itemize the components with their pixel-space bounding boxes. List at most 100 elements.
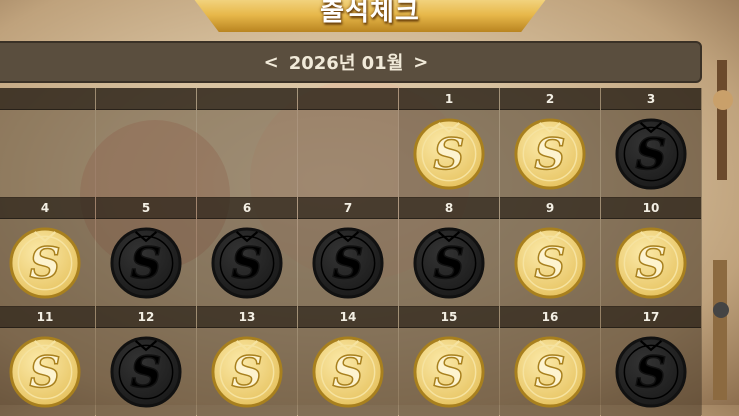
day-number: 3 [601,88,701,110]
calendar-day-cell[interactable]: 16 S [500,306,601,416]
gold-s-coin-icon: S [413,118,485,190]
day-stamp-area: S [96,328,196,416]
calendar-day-cell[interactable]: 15 S [399,306,500,416]
svg-text:S: S [535,348,566,398]
black-s-coin-icon: S [110,227,182,299]
calendar-cell-empty [96,88,197,198]
gold-s-coin-icon: S [413,336,485,408]
day-stamp-area: S [500,219,600,307]
day-stamp-area: S [601,110,701,198]
day-number [298,88,398,110]
day-number: 10 [601,197,701,219]
svg-text:S: S [636,239,667,289]
svg-text:S: S [333,348,364,398]
black-s-coin-icon: S [615,336,687,408]
day-number: 7 [298,197,398,219]
svg-text:S: S [636,348,667,398]
calendar-day-cell[interactable]: 14 S [298,306,399,416]
calendar-day-cell[interactable]: 4 S [0,197,96,307]
day-number: 2 [500,88,600,110]
day-number [197,88,297,110]
day-stamp-area: S [399,328,499,416]
day-number: 16 [500,306,600,328]
day-stamp-area: S [197,328,297,416]
svg-text:S: S [535,130,566,180]
day-number: 8 [399,197,499,219]
svg-text:S: S [131,348,162,398]
gold-s-coin-icon: S [514,118,586,190]
gold-s-coin-icon: S [514,227,586,299]
black-s-coin-icon: S [312,227,384,299]
calendar-day-cell[interactable]: 9 S [500,197,601,307]
calendar-day-cell[interactable]: 12 S [96,306,197,416]
day-number [0,88,95,110]
day-number: 12 [96,306,196,328]
day-number: 9 [500,197,600,219]
calendar-day-cell[interactable]: 13 S [197,306,298,416]
gold-s-coin-icon: S [211,336,283,408]
day-number: 4 [0,197,95,219]
calendar-day-cell[interactable]: 7 S [298,197,399,307]
svg-text:S: S [131,239,162,289]
day-stamp-area: S [500,328,600,416]
calendar-cell-empty [0,88,96,198]
day-number: 6 [197,197,297,219]
svg-text:S: S [232,239,263,289]
gold-s-coin-icon: S [9,227,81,299]
side-character-decoration [713,60,733,400]
svg-text:S: S [30,348,61,398]
day-stamp-area: S [500,110,600,198]
day-number: 17 [601,306,701,328]
day-stamp-area: S [399,110,499,198]
svg-text:S: S [434,348,465,398]
black-s-coin-icon: S [110,336,182,408]
day-stamp-area: S [298,328,398,416]
day-stamp-area: S [0,328,95,416]
day-stamp-area: S [298,219,398,307]
day-stamp-area [197,110,297,198]
svg-text:S: S [333,239,364,289]
calendar-day-cell[interactable]: 11 S [0,306,96,416]
title-banner: 출석체크 [190,0,550,32]
calendar-day-cell[interactable]: 1 S [399,88,500,198]
svg-text:S: S [434,239,465,289]
day-stamp-area [298,110,398,198]
day-number: 13 [197,306,297,328]
page-title: 출석체크 [320,0,420,27]
black-s-coin-icon: S [413,227,485,299]
day-number: 5 [96,197,196,219]
day-number: 11 [0,306,95,328]
gold-s-coin-icon: S [312,336,384,408]
svg-text:S: S [535,239,566,289]
prev-month-button[interactable]: < [264,52,279,73]
day-number: 1 [399,88,499,110]
calendar-day-cell[interactable]: 3 S [601,88,702,198]
gold-s-coin-icon: S [615,227,687,299]
calendar-cell-empty [298,88,399,198]
next-month-button[interactable]: > [413,52,428,73]
calendar-day-cell[interactable]: 17 S [601,306,702,416]
month-navigator: < 2026년 01월 > [0,41,702,83]
calendar-day-cell[interactable]: 10 S [601,197,702,307]
attendance-calendar: 1 S2 S3 S4 S5 S 6 S 7 S 8 S 9 S 10 S 11 … [0,88,702,416]
calendar-day-cell[interactable]: 5 S [96,197,197,307]
svg-text:S: S [434,130,465,180]
day-number [96,88,196,110]
day-stamp-area: S [197,219,297,307]
day-stamp-area: S [0,219,95,307]
day-stamp-area: S [601,328,701,416]
svg-text:S: S [232,348,263,398]
day-number: 15 [399,306,499,328]
calendar-day-cell[interactable]: 8 S [399,197,500,307]
calendar-cell-empty [197,88,298,198]
gold-s-coin-icon: S [9,336,81,408]
calendar-day-cell[interactable]: 2 S [500,88,601,198]
gold-s-coin-icon: S [514,336,586,408]
day-stamp-area: S [96,219,196,307]
day-stamp-area [96,110,196,198]
calendar-day-cell[interactable]: 6 S [197,197,298,307]
svg-text:S: S [30,239,61,289]
month-label: 2026년 01월 [288,53,404,74]
svg-text:S: S [636,130,667,180]
day-stamp-area: S [399,219,499,307]
